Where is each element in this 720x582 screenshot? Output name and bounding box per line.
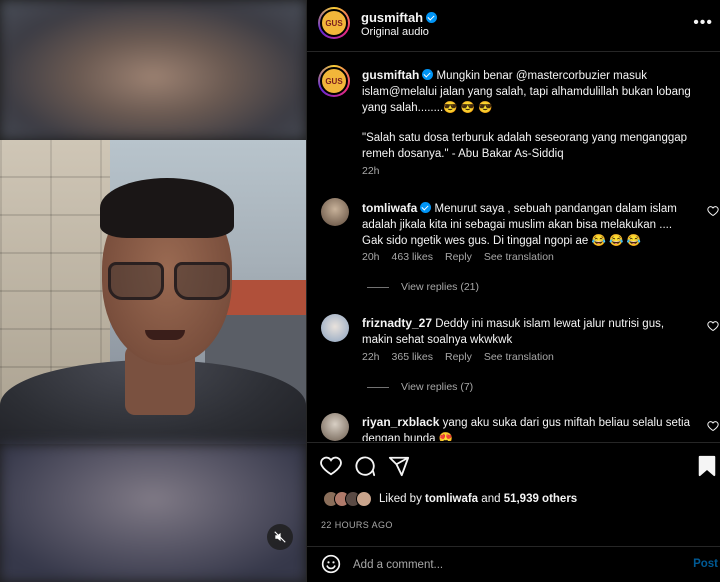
post-timestamp: 22 HOURS AGO: [321, 520, 393, 530]
verified-icon: [420, 202, 432, 213]
add-comment-bar: Post: [307, 546, 720, 582]
avatar[interactable]: [321, 198, 349, 226]
emoji-icon[interactable]: [321, 554, 341, 574]
person-hair: [100, 178, 234, 238]
view-replies-link[interactable]: View replies (21): [367, 281, 479, 293]
liker-avatars[interactable]: [323, 491, 372, 507]
comment-input[interactable]: [353, 556, 653, 574]
likes-count[interactable]: 51,939 others: [504, 493, 578, 505]
like-comment-icon[interactable]: [707, 320, 719, 332]
header-username[interactable]: gusmiftah: [361, 10, 423, 25]
video-player[interactable]: [0, 0, 306, 582]
liked-by-row: Liked by tomliwafa and 51,939 others: [323, 491, 577, 507]
post-panel: GUS gusmiftah Original audio ••• GUS gus…: [306, 0, 720, 582]
liked-by-user[interactable]: tomliwafa: [425, 493, 478, 505]
more-options-button[interactable]: •••: [693, 14, 713, 32]
comment-text: riyan_rxblack yang aku suka dari gus mif…: [362, 415, 690, 441]
heart-icon[interactable]: [320, 455, 342, 477]
comment-meta: 20h 463 likes Reply See translation: [362, 251, 554, 263]
comment-text: friznadty_27 Deddy ini masuk islam lewat…: [362, 316, 665, 346]
post-button[interactable]: Post: [693, 558, 718, 570]
bookmark-icon[interactable]: [697, 455, 717, 477]
avatar: [356, 491, 372, 507]
like-comment-icon[interactable]: [707, 205, 719, 217]
avatar[interactable]: GUS: [318, 7, 350, 39]
avatar[interactable]: [321, 413, 349, 441]
person-figure: [30, 170, 234, 444]
like-comment-icon[interactable]: [707, 420, 719, 432]
comment-icon[interactable]: [354, 455, 376, 477]
audio-label[interactable]: Original audio: [361, 26, 429, 38]
blurred-bottom-region: [0, 444, 306, 582]
post-header: GUS gusmiftah Original audio •••: [307, 0, 720, 52]
mute-button[interactable]: [267, 524, 293, 550]
comments-list[interactable]: GUS gusmiftah Mungkin benar @mastercorbu…: [307, 53, 720, 441]
verified-icon: [426, 12, 438, 23]
share-icon[interactable]: [388, 455, 410, 477]
caption-time: 22h: [362, 165, 380, 177]
avatar[interactable]: [321, 314, 349, 342]
video-frame: [0, 140, 306, 444]
post-actions: Liked by tomliwafa and 51,939 others 22 …: [307, 442, 720, 546]
view-replies-link[interactable]: View replies (7): [367, 381, 473, 393]
caption-text: gusmiftah Mungkin benar @mastercorbuzier…: [362, 68, 691, 160]
comment-text: tomliwafa Menurut saya , sebuah pandanga…: [362, 201, 677, 247]
verified-icon: [422, 69, 434, 80]
speaker-muted-icon: [274, 531, 286, 543]
blurred-top-region: [0, 0, 306, 140]
caption-avatar[interactable]: GUS: [318, 65, 350, 97]
sunglasses: [108, 262, 233, 302]
comment-meta: 22h 365 likes Reply See translation: [362, 351, 554, 363]
